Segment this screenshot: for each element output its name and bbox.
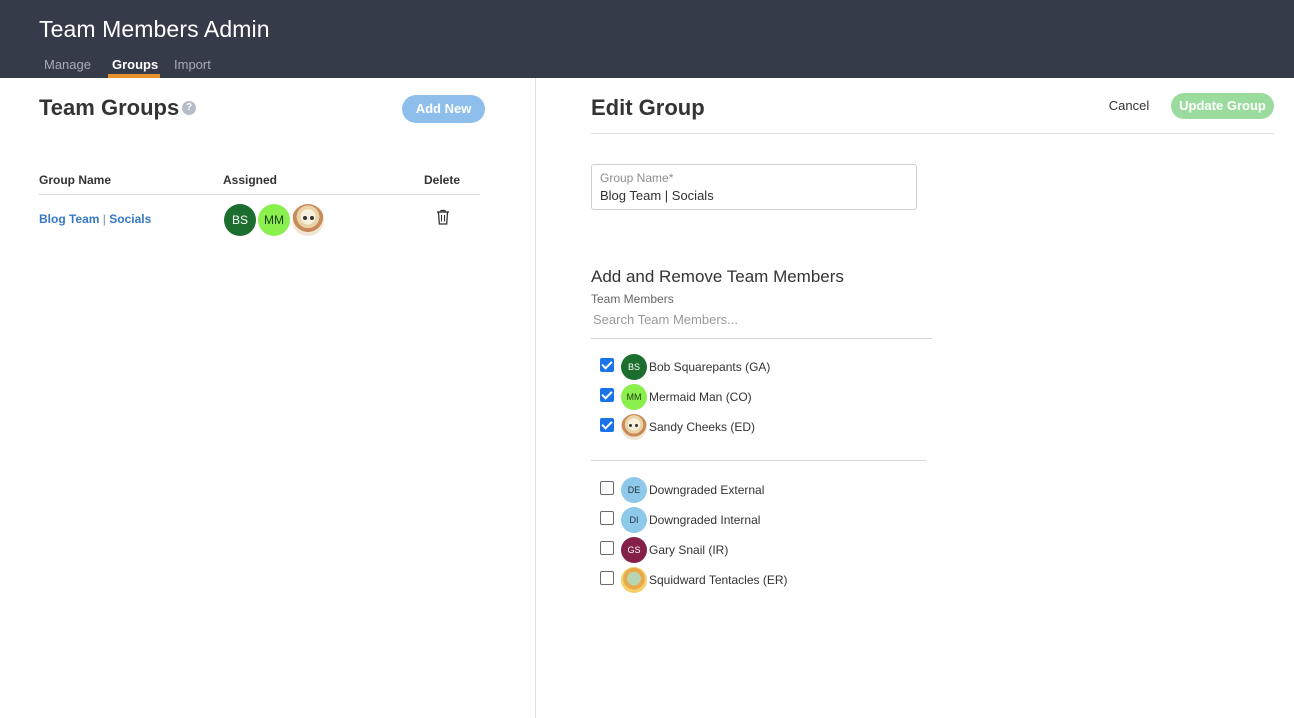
group-name-part2: Socials bbox=[109, 212, 152, 226]
checkbox-squidward-tentacles[interactable] bbox=[600, 571, 614, 585]
search-team-members-input[interactable] bbox=[591, 309, 932, 329]
add-remove-members-title: Add and Remove Team Members bbox=[591, 267, 844, 286]
group-name-separator: | bbox=[102, 212, 106, 226]
pane-divider bbox=[535, 78, 536, 718]
avatar-mm-small: MM bbox=[621, 384, 647, 410]
checkbox-bob-squarepants[interactable] bbox=[600, 358, 614, 372]
add-new-button[interactable]: Add New bbox=[402, 95, 485, 123]
member-name-mermaid-man: Mermaid Man (CO) bbox=[649, 390, 752, 404]
tab-groups[interactable]: Groups bbox=[112, 57, 158, 72]
group-name-value[interactable]: Blog Team | Socials bbox=[600, 188, 714, 203]
member-name-gary-snail: Gary Snail (IR) bbox=[649, 543, 729, 557]
avatar-gs: GS bbox=[621, 537, 647, 563]
member-list-divider bbox=[591, 460, 926, 461]
member-name-downgraded-internal: Downgraded Internal bbox=[649, 513, 761, 527]
team-groups-title: Team Groups bbox=[39, 95, 180, 120]
member-name-downgraded-external: Downgraded External bbox=[649, 483, 765, 497]
cancel-button[interactable]: Cancel bbox=[1100, 93, 1158, 119]
checkbox-sandy-cheeks[interactable] bbox=[600, 418, 614, 432]
avatar-mm: MM bbox=[258, 204, 290, 236]
top-header: Team Members Admin Manage Groups Import bbox=[0, 0, 1294, 78]
group-name-part1: Blog Team bbox=[39, 212, 100, 226]
column-header-delete: Delete bbox=[424, 173, 461, 187]
group-name-label: Group Name* bbox=[600, 171, 674, 185]
update-group-button[interactable]: Update Group bbox=[1171, 93, 1274, 119]
avatar-sandy-cheeks bbox=[292, 204, 324, 236]
avatar-sandy-cheeks-small bbox=[621, 414, 647, 440]
team-members-label: Team Members bbox=[591, 292, 674, 306]
table-header-divider bbox=[39, 194, 480, 195]
member-name-sandy-cheeks: Sandy Cheeks (ED) bbox=[649, 420, 756, 434]
checkbox-mermaid-man[interactable] bbox=[600, 388, 614, 402]
avatar-di: DI bbox=[621, 507, 647, 533]
member-name-squidward-tentacles: Squidward Tentacles (ER) bbox=[649, 573, 788, 587]
group-name-field[interactable]: Group Name* Blog Team | Socials bbox=[591, 164, 917, 210]
member-name-bob-squarepants: Bob Squarepants (GA) bbox=[649, 360, 771, 374]
trash-icon[interactable] bbox=[436, 209, 450, 225]
avatar-de: DE bbox=[621, 477, 647, 503]
tab-manage[interactable]: Manage bbox=[44, 57, 91, 72]
app-title: Team Members Admin bbox=[39, 16, 270, 42]
group-link-blog-team-socials[interactable]: Blog Team | Socials bbox=[39, 212, 151, 226]
checkbox-downgraded-internal[interactable] bbox=[600, 511, 614, 525]
checkbox-downgraded-external[interactable] bbox=[600, 481, 614, 495]
edit-header-divider bbox=[591, 133, 1274, 134]
avatar-squidward-tentacles bbox=[621, 567, 647, 593]
edit-group-title: Edit Group bbox=[591, 95, 705, 120]
checkbox-gary-snail[interactable] bbox=[600, 541, 614, 555]
tab-import[interactable]: Import bbox=[174, 57, 211, 72]
help-icon[interactable]: ? bbox=[182, 101, 196, 115]
avatar-bs-small: BS bbox=[621, 354, 647, 380]
column-header-assigned: Assigned bbox=[223, 173, 278, 187]
search-underline bbox=[591, 338, 932, 339]
column-header-group-name: Group Name bbox=[39, 173, 112, 187]
avatar-bs: BS bbox=[224, 204, 256, 236]
